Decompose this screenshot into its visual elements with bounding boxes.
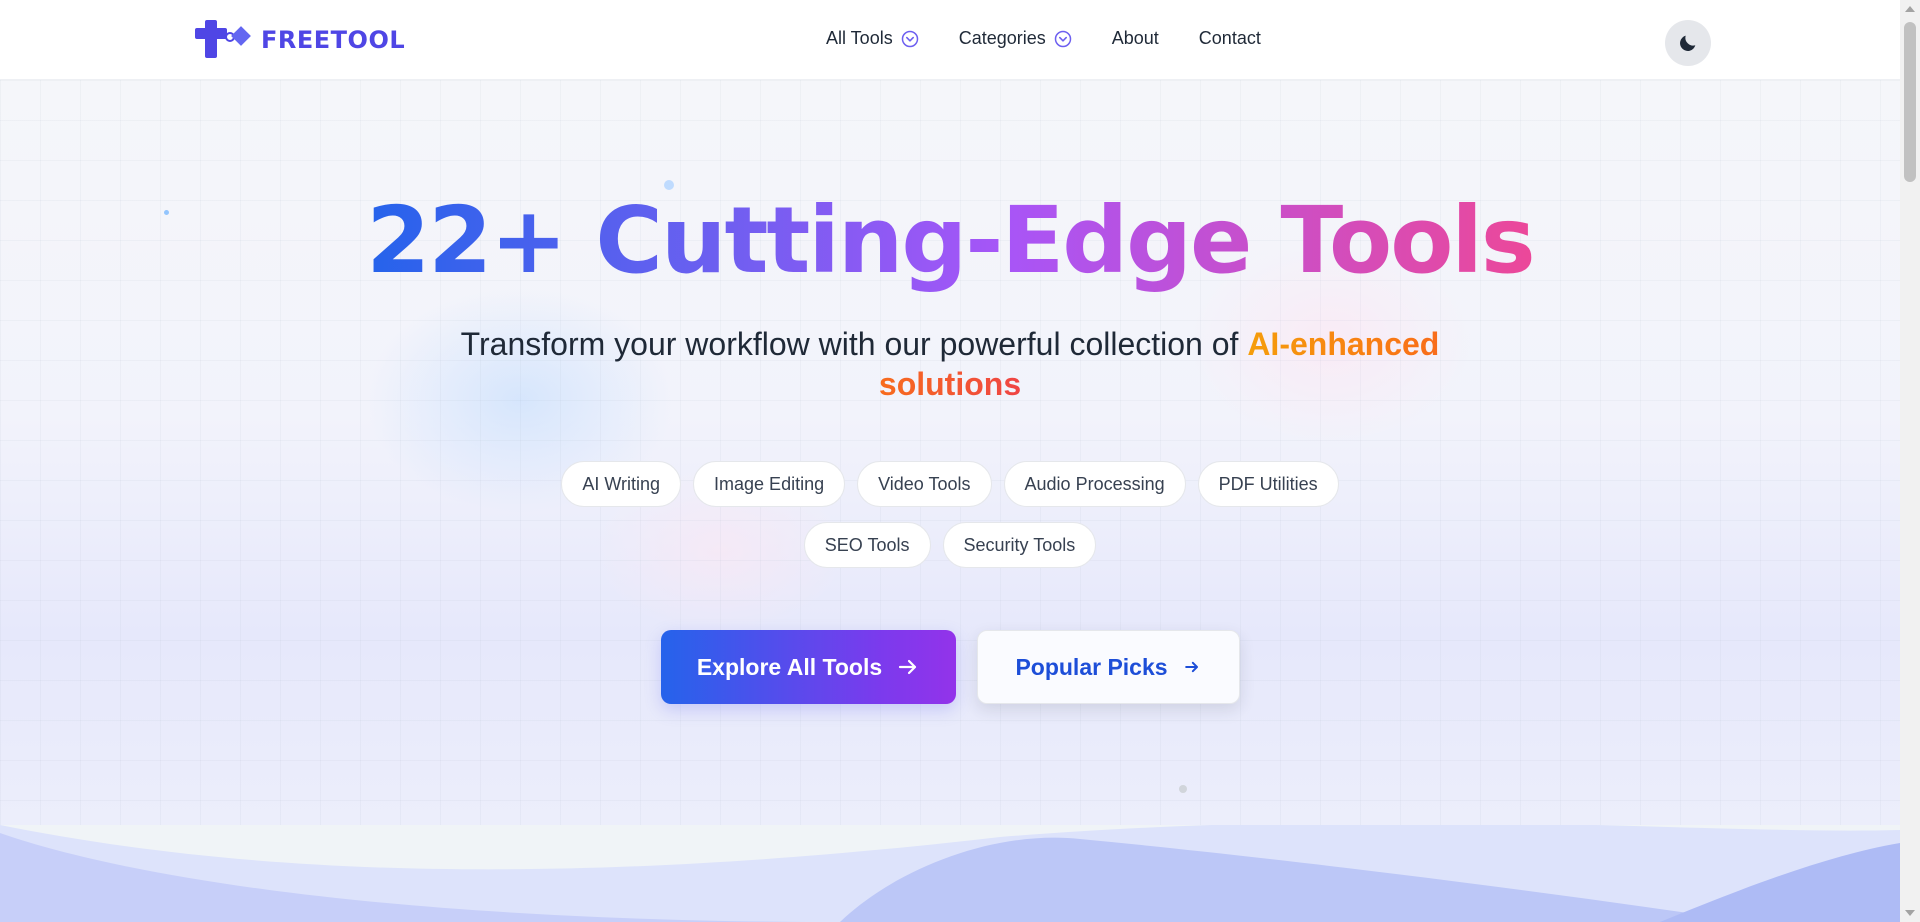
- category-chips: AI Writing Image Editing Video Tools Audio …: [0, 461, 1900, 507]
- hero-headline-text: 22+ Cutting-Edge Tools: [366, 187, 1535, 294]
- chip-video-tools[interactable]: Video Tools: [857, 461, 992, 507]
- explore-all-tools-label: Explore All Tools: [696, 653, 883, 680]
- chip-audio-processing[interactable]: Audio Processing: [1003, 461, 1186, 507]
- chevron-down-icon: [1054, 30, 1071, 47]
- nav-contact-label: Contact: [1198, 28, 1261, 48]
- chip-image-editing[interactable]: Image Editing: [693, 461, 846, 507]
- hero-headline: 22+ Cutting-Edge Tools: [0, 190, 1900, 291]
- arrow-right-icon: [1184, 661, 1198, 673]
- nav-categories[interactable]: Categories: [959, 28, 1072, 49]
- scrollbar-thumb[interactable]: [1904, 22, 1916, 182]
- decorative-dot: [1179, 785, 1187, 793]
- chip-ai-writing[interactable]: AI Writing: [561, 461, 682, 507]
- explore-all-tools-button[interactable]: Explore All Tools: [661, 630, 956, 704]
- chevron-down-icon: [901, 30, 918, 47]
- popular-picks-label: Popular Picks: [1015, 653, 1168, 680]
- hero-subtitle-text: Transform your workflow with our powerfu…: [460, 326, 1248, 362]
- logo[interactable]: FREETOOL: [195, 20, 405, 60]
- theme-toggle-button[interactable]: [1665, 20, 1711, 66]
- scroll-up-icon[interactable]: [1905, 6, 1915, 12]
- chip-pdf-utilities[interactable]: PDF Utilities: [1197, 461, 1339, 507]
- brand-name: FREETOOL: [261, 26, 406, 54]
- nav-about[interactable]: About: [1112, 28, 1159, 49]
- wave-graphic: [0, 825, 1900, 922]
- arrow-right-icon: [899, 659, 917, 675]
- hero-section: 22+ Cutting-Edge Tools Transform your wo…: [0, 80, 1900, 825]
- popular-picks-button[interactable]: Popular Picks: [977, 630, 1240, 704]
- chip-security-tools[interactable]: Security Tools: [942, 522, 1097, 568]
- moon-icon: [1680, 35, 1696, 51]
- site-header: FREETOOL All Tools Categories About Cont…: [0, 0, 1900, 80]
- main-nav: All Tools Categories About Contact: [826, 28, 1261, 49]
- category-chips: SEO Tools Security Tools: [0, 522, 1900, 568]
- nav-all-tools[interactable]: All Tools: [826, 28, 919, 49]
- page-scrollbar[interactable]: [1900, 0, 1920, 922]
- nav-all-tools-label: All Tools: [826, 28, 893, 48]
- nav-about-label: About: [1111, 28, 1159, 48]
- scroll-down-icon[interactable]: [1905, 910, 1915, 916]
- hero-subtitle: Transform your workflow with our powerfu…: [450, 324, 1450, 404]
- chip-seo-tools[interactable]: SEO Tools: [803, 522, 931, 568]
- nav-contact[interactable]: Contact: [1199, 28, 1261, 49]
- decorative-waves: [0, 825, 1900, 922]
- logo-icon: [195, 20, 253, 60]
- nav-categories-label: Categories: [958, 28, 1046, 48]
